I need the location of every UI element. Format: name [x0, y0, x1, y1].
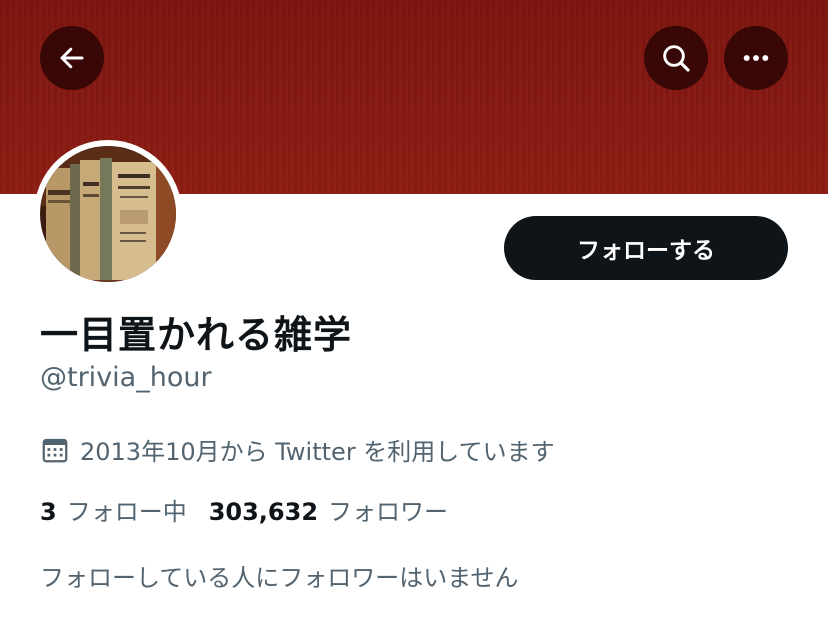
search-icon: [663, 45, 690, 72]
follow-button[interactable]: フォローする: [504, 216, 788, 280]
joined-date: 2013年10月から Twitter を利用しています: [40, 432, 555, 467]
followers-label: フォロワー: [328, 498, 449, 526]
profile-handle: @trivia_hour: [40, 362, 212, 393]
calendar-icon: [42, 438, 68, 462]
following-label: フォロー中: [66, 498, 187, 526]
followers-link[interactable]: 303,632 フォロワー: [209, 492, 448, 527]
avatar[interactable]: [34, 140, 182, 288]
more-horizontal-icon: [743, 55, 769, 61]
follow-stats: 3 フォロー中 303,632 フォロワー: [40, 492, 470, 527]
followers-count: 303,632: [208, 498, 319, 526]
joined-text: 2013年10月から Twitter を利用しています: [80, 438, 555, 466]
profile-name: 一目置かれる雑学: [40, 313, 353, 357]
avatar-image: [40, 146, 176, 282]
mutual-followers-text: フォローしている人にフォロワーはいません: [40, 564, 519, 592]
back-button[interactable]: [40, 26, 104, 90]
following-count: 3: [40, 498, 57, 526]
more-options-button[interactable]: [724, 26, 788, 90]
search-button[interactable]: [644, 26, 708, 90]
arrow-left-icon: [60, 47, 84, 69]
following-link[interactable]: 3 フォロー中: [40, 492, 187, 527]
